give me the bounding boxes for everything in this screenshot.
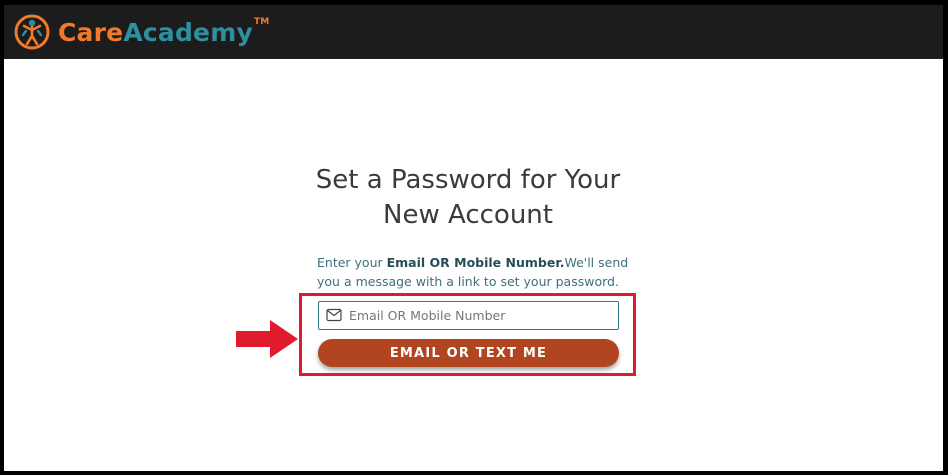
top-navigation-bar: Care Academy TM: [4, 5, 943, 59]
page-title: Set a Password for Your New Account: [258, 163, 678, 233]
email-or-mobile-field-wrapper[interactable]: [318, 301, 619, 330]
page-title-line-2: New Account: [383, 200, 553, 230]
email-or-mobile-input[interactable]: [349, 304, 611, 327]
page-frame: Care Academy TM Set a Password for Your …: [4, 5, 943, 471]
brand-trademark: TM: [253, 17, 270, 27]
instruction-emphasis: Email OR Mobile Number.: [386, 255, 565, 270]
red-arrow-icon: [236, 320, 298, 358]
mail-icon: [326, 308, 342, 322]
care-academy-logo-icon: [14, 14, 50, 50]
brand-care-text: Care: [58, 18, 124, 47]
brand-logo-text[interactable]: Care Academy TM: [58, 13, 269, 53]
brand-academy-text: Academy: [123, 18, 253, 47]
instruction-text: Enter your Email OR Mobile Number.We'll …: [317, 253, 647, 291]
instruction-prefix: Enter your: [317, 255, 387, 270]
page-title-line-1: Set a Password for Your: [315, 165, 621, 195]
email-or-text-me-button[interactable]: EMAIL OR TEXT ME: [318, 339, 619, 367]
